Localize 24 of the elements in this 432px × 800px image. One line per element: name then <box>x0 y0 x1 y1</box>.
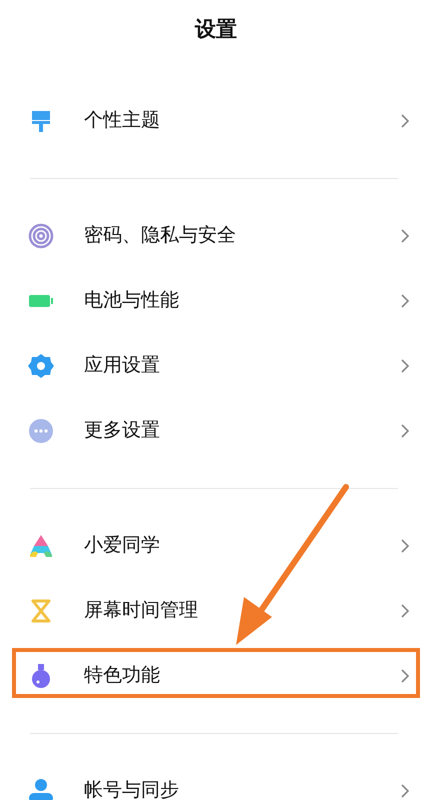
person-icon <box>28 778 54 800</box>
more-icon <box>28 418 54 444</box>
settings-item[interactable]: 密码、隐私与安全 <box>0 203 432 268</box>
chevron-icon <box>400 358 410 374</box>
assistant-icon <box>28 532 54 558</box>
fingerprint-icon <box>28 222 54 248</box>
chevron-icon <box>400 422 410 438</box>
settings-item[interactable]: 个性主题 <box>0 88 432 153</box>
chevron-icon <box>400 538 410 554</box>
settings-item[interactable]: 更多设置 <box>0 398 432 463</box>
chevron-icon <box>400 112 410 128</box>
chevron-icon <box>400 782 410 798</box>
settings-item[interactable]: 特色功能 <box>0 643 432 708</box>
chevron-icon <box>400 228 410 244</box>
settings-item[interactable]: 应用设置 <box>0 333 432 398</box>
chevron-icon <box>400 668 410 684</box>
chevron-icon <box>400 602 410 618</box>
settings-item[interactable]: 电池与性能 <box>0 268 432 333</box>
page-title: 设置 <box>195 16 237 44</box>
gear-icon <box>28 352 54 378</box>
settings-item[interactable]: 帐号与同步 <box>0 758 432 800</box>
chevron-icon <box>400 292 410 308</box>
settings-item[interactable]: 屏幕时间管理 <box>0 578 432 643</box>
settings-item[interactable]: 小爱同学 <box>0 513 432 578</box>
